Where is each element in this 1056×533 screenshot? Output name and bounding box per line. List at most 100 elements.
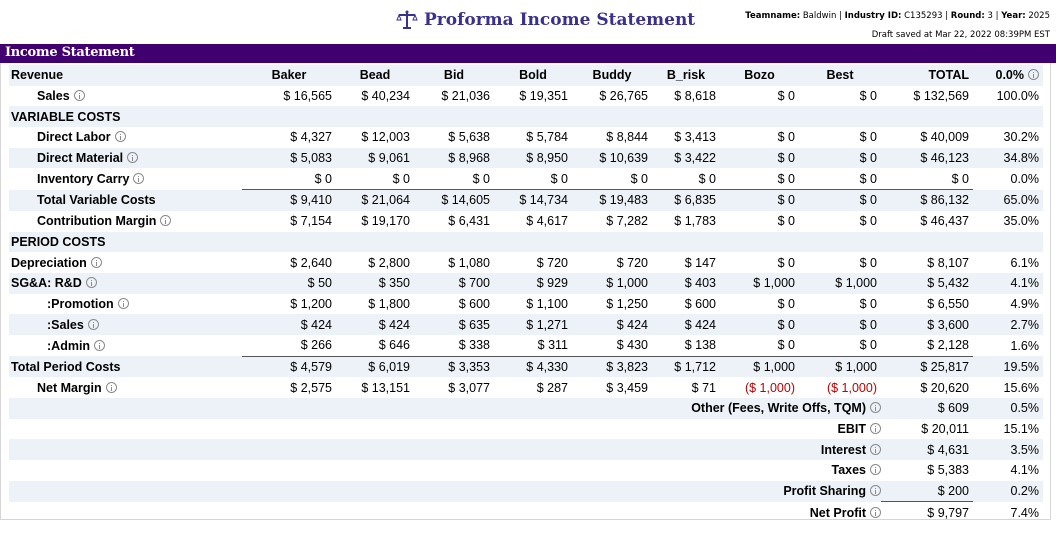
info-icon[interactable] — [105, 381, 117, 393]
summary-label-text: Interest — [820, 442, 866, 457]
table-row-direct-labor: Direct Labor $ 4,327 $ 12,003 $ 5,638 $ 5,78… — [9, 127, 1043, 148]
cell-buddy: $ 430 — [572, 334, 652, 357]
cell-bid: $ 3,353 — [414, 356, 494, 378]
info-icon[interactable] — [114, 131, 126, 143]
column-header-bid: Bid — [414, 65, 494, 86]
cell-bead: $ 9,061 — [336, 147, 414, 169]
column-header-total: TOTAL — [881, 65, 973, 86]
info-icon[interactable] — [85, 277, 97, 289]
summary-row-other-fees-write-offs-tqm: Other (Fees, Write Offs, TQM) $ 609 0.5% — [9, 398, 1043, 419]
summary-label-text: Taxes — [831, 463, 866, 478]
cell-bozo: $ 0 — [777, 296, 795, 311]
row-label-sg-a-r-d: SG&A: R&D — [9, 272, 242, 294]
cell-bid: $ 0 — [414, 168, 494, 191]
row-label-text: :Sales — [47, 317, 84, 332]
cell-bold: $ 287 — [536, 380, 568, 395]
cell-bid: $ 1,080 — [448, 255, 490, 270]
row-label-text: Direct Labor — [37, 130, 111, 145]
cell-b-risk: $ 0 — [652, 168, 720, 191]
info-icon[interactable] — [94, 339, 106, 351]
row-label-direct-material: Direct Material — [9, 147, 242, 169]
table-row-sales: Sales $ 16,565 $ 40,234 $ 21,036 $ 19,351 $ 2… — [9, 86, 1043, 107]
cell-bold: $ 4,617 — [526, 214, 568, 229]
info-icon[interactable] — [1028, 69, 1039, 81]
cell-bid: $ 5,638 — [448, 130, 490, 145]
summary-percent: 7.4% — [1010, 505, 1040, 520]
cell-bid: $ 6,431 — [448, 214, 490, 229]
info-icon[interactable] — [870, 402, 881, 414]
summary-spacer — [9, 502, 652, 523]
cell-best: $ 0 — [859, 130, 877, 145]
info-icon[interactable] — [117, 297, 129, 309]
row-label-variable-costs: VARIABLE COSTS — [9, 106, 242, 128]
round-label: Round: — [950, 11, 985, 21]
table-row-total-period-costs: Total Period Costs $ 4,579 $ 6,019 $ 3,353 $… — [9, 356, 1043, 378]
info-icon[interactable] — [870, 423, 881, 435]
cell-bead: $ 19,170 — [361, 214, 410, 229]
summary-percent: 0.2% — [973, 480, 1043, 502]
cell-bid: $ 700 — [414, 272, 494, 294]
cell-total: $ 2,128 — [881, 334, 973, 357]
info-icon[interactable] — [870, 464, 881, 476]
cell-baker: $ 50 — [242, 272, 336, 294]
summary-row-taxes: Taxes $ 5,383 4.1% — [9, 460, 1043, 481]
info-icon[interactable] — [127, 152, 139, 164]
cell-buddy: $ 0 — [572, 168, 652, 191]
column-header-baker: Baker — [242, 65, 336, 86]
info-icon[interactable] — [90, 256, 102, 268]
empty-cell — [414, 231, 494, 253]
cell-bead: $ 646 — [336, 334, 414, 357]
empty-cell — [652, 106, 720, 128]
info-icon[interactable] — [870, 443, 881, 455]
cell-best: $ 0 — [859, 296, 877, 311]
summary-row-interest: Interest $ 4,631 3.5% — [9, 439, 1043, 461]
info-icon[interactable] — [73, 90, 85, 102]
summary-label-profit-sharing: Profit Sharing — [652, 480, 881, 502]
row-label-sales: Sales — [9, 86, 242, 107]
cell-total: $ 20,620 — [920, 380, 969, 395]
cell-total: $ 5,432 — [881, 272, 973, 294]
summary-spacer — [9, 480, 652, 502]
table-row-depreciation: Depreciation $ 2,640 $ 2,800 $ 1,080 $ 720 $ … — [9, 252, 1043, 273]
cell-baker: $ 7,154 — [290, 214, 332, 229]
cell-b-risk: $ 403 — [652, 272, 720, 294]
cell-total: $ 0 — [881, 168, 973, 191]
cell-bozo: $ 0 — [720, 189, 799, 211]
cell-bozo: $ 0 — [777, 214, 795, 229]
cell-bold: $ 0 — [494, 168, 572, 191]
cell-buddy: $ 720 — [616, 255, 648, 270]
info-icon[interactable] — [160, 215, 172, 227]
cell-total: $ 6,550 — [927, 296, 969, 311]
cell-baker: $ 2,640 — [290, 255, 332, 270]
row-label-period-costs: PERIOD COSTS — [9, 231, 242, 253]
title-text: Proforma Income Statement — [424, 10, 696, 30]
summary-label-ebit: EBIT — [652, 419, 881, 440]
page-title: Proforma Income Statement — [396, 9, 695, 31]
empty-cell — [799, 231, 881, 253]
row-label-text: :Promotion — [47, 296, 114, 311]
table-row-sg-a-r-d: SG&A: R&D $ 50 $ 350 $ 700 $ 929 $ 1,000 $ 403… — [9, 272, 1043, 294]
info-icon[interactable] — [870, 506, 881, 518]
info-icon[interactable] — [87, 318, 99, 330]
cell-best: $ 0 — [799, 314, 881, 335]
column-header-best: Best — [799, 65, 881, 86]
info-icon[interactable] — [133, 173, 145, 185]
row-label-direct-labor: Direct Labor — [9, 127, 242, 148]
cell-bead: $ 12,003 — [361, 130, 410, 145]
cell-bozo: $ 0 — [777, 255, 795, 270]
cell-bozo: $ 0 — [720, 168, 799, 191]
info-icon[interactable] — [870, 485, 881, 497]
summary-percent: 3.5% — [973, 439, 1043, 461]
column-header-0-0: 0.0% — [973, 65, 1043, 86]
cell-b-risk: $ 424 — [652, 314, 720, 335]
summary-label-text: Other (Fees, Write Offs, TQM) — [691, 401, 866, 416]
summary-percent: 15.1% — [1003, 422, 1039, 437]
empty-cell — [720, 231, 799, 253]
summary-label-text: EBIT — [837, 422, 866, 437]
cell-buddy: $ 424 — [572, 314, 652, 335]
cell-bold: $ 1,271 — [494, 314, 572, 335]
cell-bold: $ 311 — [494, 334, 572, 357]
summary-row-ebit: EBIT $ 20,011 15.1% — [9, 419, 1043, 440]
cell-bead: $ 13,151 — [361, 380, 410, 395]
summary-value: $ 5,383 — [927, 463, 969, 478]
